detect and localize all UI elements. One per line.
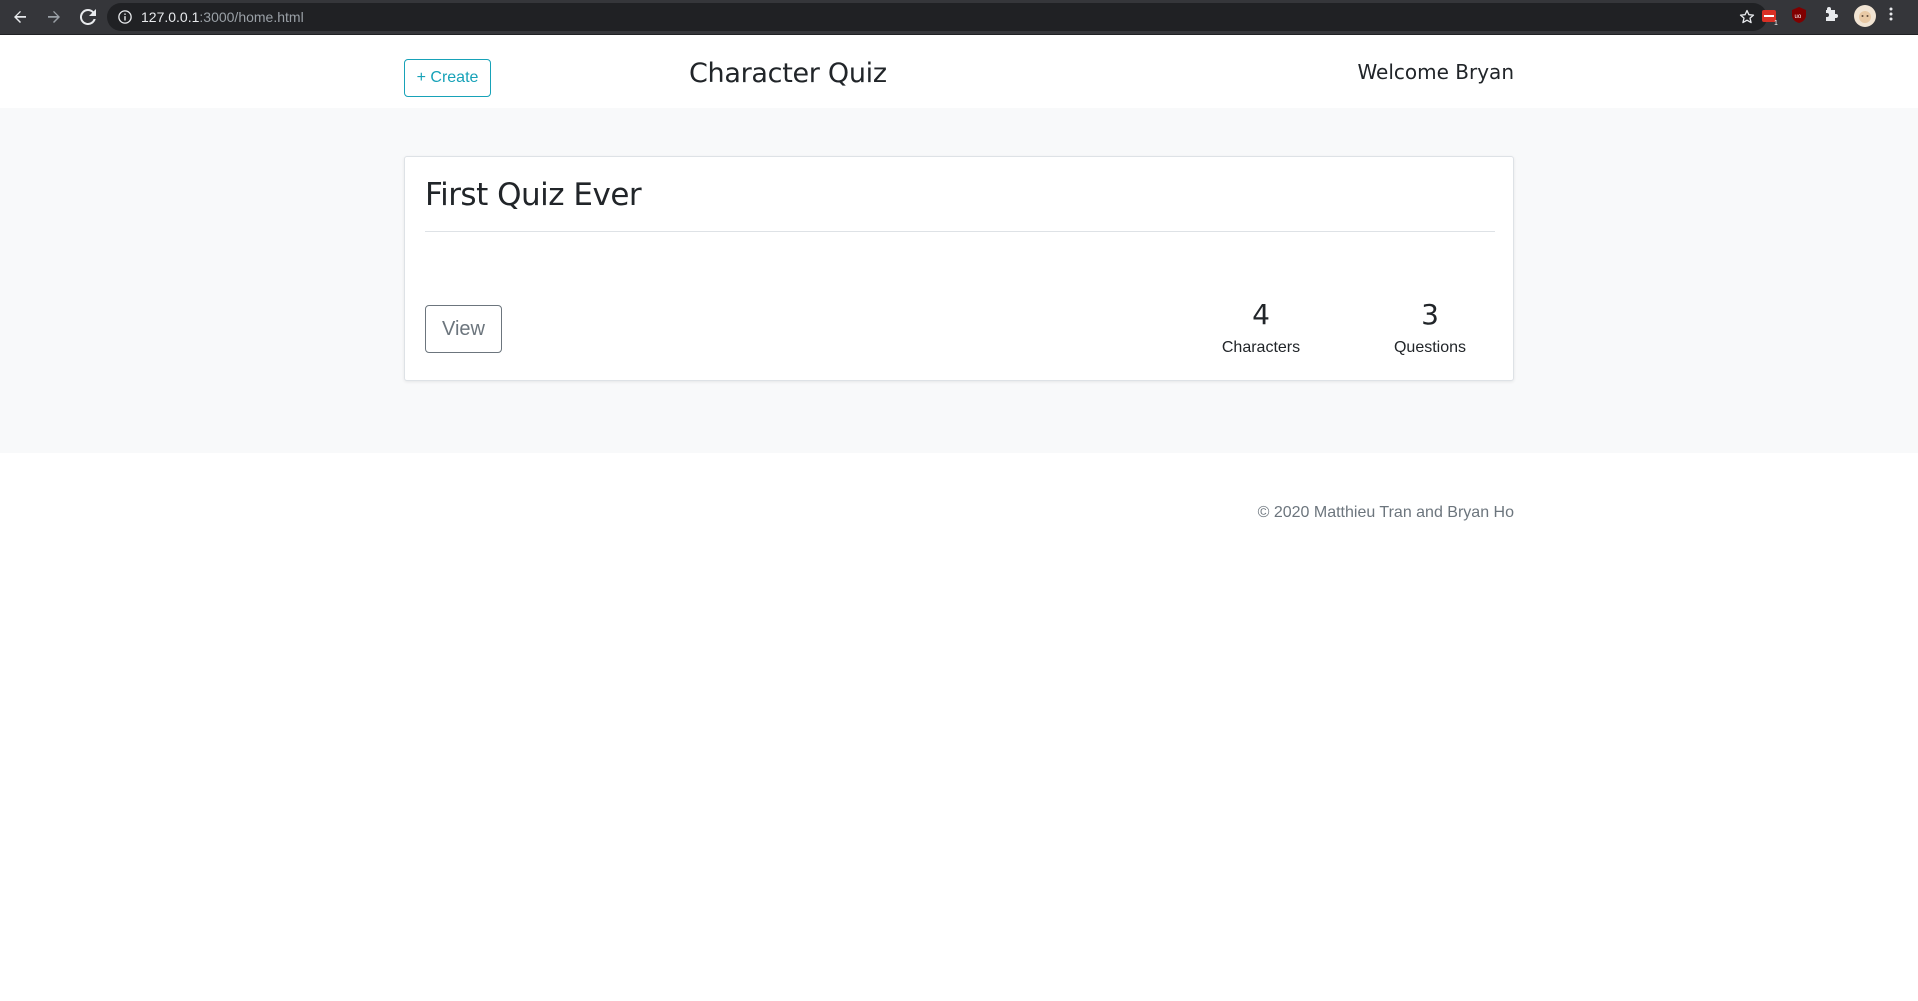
url-path: :3000/home.html (199, 9, 304, 25)
back-button[interactable] (4, 1, 36, 33)
site-title: Character Quiz (689, 58, 887, 89)
star-icon[interactable] (1739, 9, 1755, 29)
create-button[interactable]: + Create (404, 59, 491, 97)
quiz-title: First Quiz Ever (425, 177, 642, 213)
address-bar[interactable]: 127.0.0.1:3000/home.html (107, 3, 1767, 31)
ublock-icon[interactable]: uo (1790, 6, 1808, 24)
info-icon[interactable] (117, 9, 133, 25)
extension-icon[interactable]: 1 (1760, 6, 1780, 26)
forward-arrow-icon (46, 9, 62, 25)
characters-stat: 4 Characters (1201, 297, 1321, 357)
puzzle-icon[interactable] (1823, 6, 1839, 22)
forward-button[interactable] (38, 1, 70, 33)
url-host: 127.0.0.1 (141, 9, 200, 25)
welcome-text: Welcome Bryan (1357, 60, 1514, 84)
reload-button[interactable] (72, 1, 104, 33)
svg-text:uo: uo (1795, 14, 1802, 20)
page: + Create Character Quiz Welcome Bryan Fi… (0, 36, 1918, 1001)
reload-icon (80, 9, 96, 25)
characters-count: 4 (1252, 298, 1270, 331)
svg-text:1: 1 (1774, 20, 1778, 26)
divider (425, 231, 1495, 232)
back-arrow-icon (12, 9, 28, 25)
kebab-menu-icon[interactable] (1888, 6, 1894, 22)
site-navbar: + Create Character Quiz Welcome Bryan (0, 36, 1918, 108)
characters-label: Characters (1221, 339, 1301, 356)
questions-stat: 3 Questions (1370, 297, 1490, 357)
questions-count: 3 (1421, 298, 1439, 331)
questions-label: Questions (1393, 339, 1467, 356)
avatar[interactable] (1853, 4, 1877, 28)
view-button[interactable]: View (425, 305, 502, 353)
footer-copyright: © 2020 Matthieu Tran and Bryan Ho (1257, 504, 1514, 521)
url-text: 127.0.0.1:3000/home.html (141, 9, 304, 25)
quiz-card: First Quiz Ever View 4 Characters 3 Ques… (404, 156, 1514, 381)
browser-toolbar: 127.0.0.1:3000/home.html 1 uo (0, 0, 1918, 35)
